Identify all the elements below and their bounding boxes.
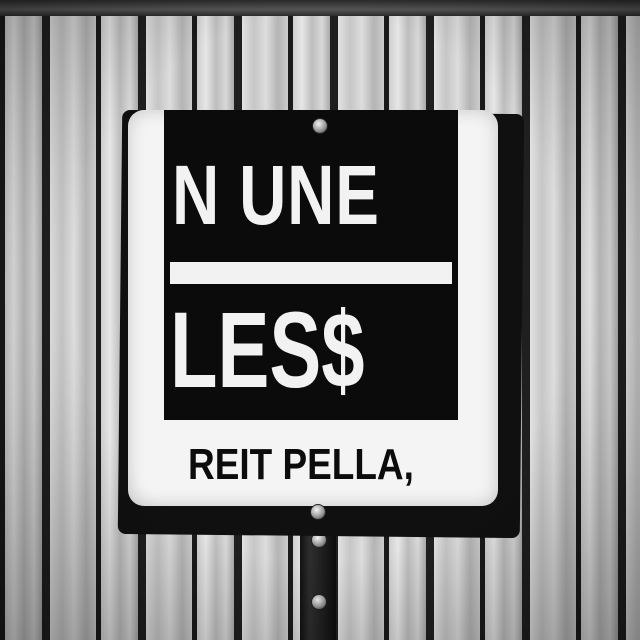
fence-top-rail <box>0 0 640 16</box>
post-bolt-lower <box>311 594 327 610</box>
photo-scene: N UNE A LES$ $Y REIT PELLA, <box>0 0 640 640</box>
sign-text-line-1: N UNE A <box>172 148 389 242</box>
sign-bolt-top <box>312 118 328 134</box>
sign-black-panel: N UNE A LES$ $Y <box>164 110 458 420</box>
sign-bottom-text: REIT PELLA, <box>188 440 414 489</box>
sign-bolt-bottom <box>310 504 326 520</box>
sign-divider-bar <box>170 262 452 284</box>
sign-text-line-2: LES$ $Y <box>170 289 373 410</box>
street-sign: N UNE A LES$ $Y REIT PELLA, <box>128 110 498 506</box>
